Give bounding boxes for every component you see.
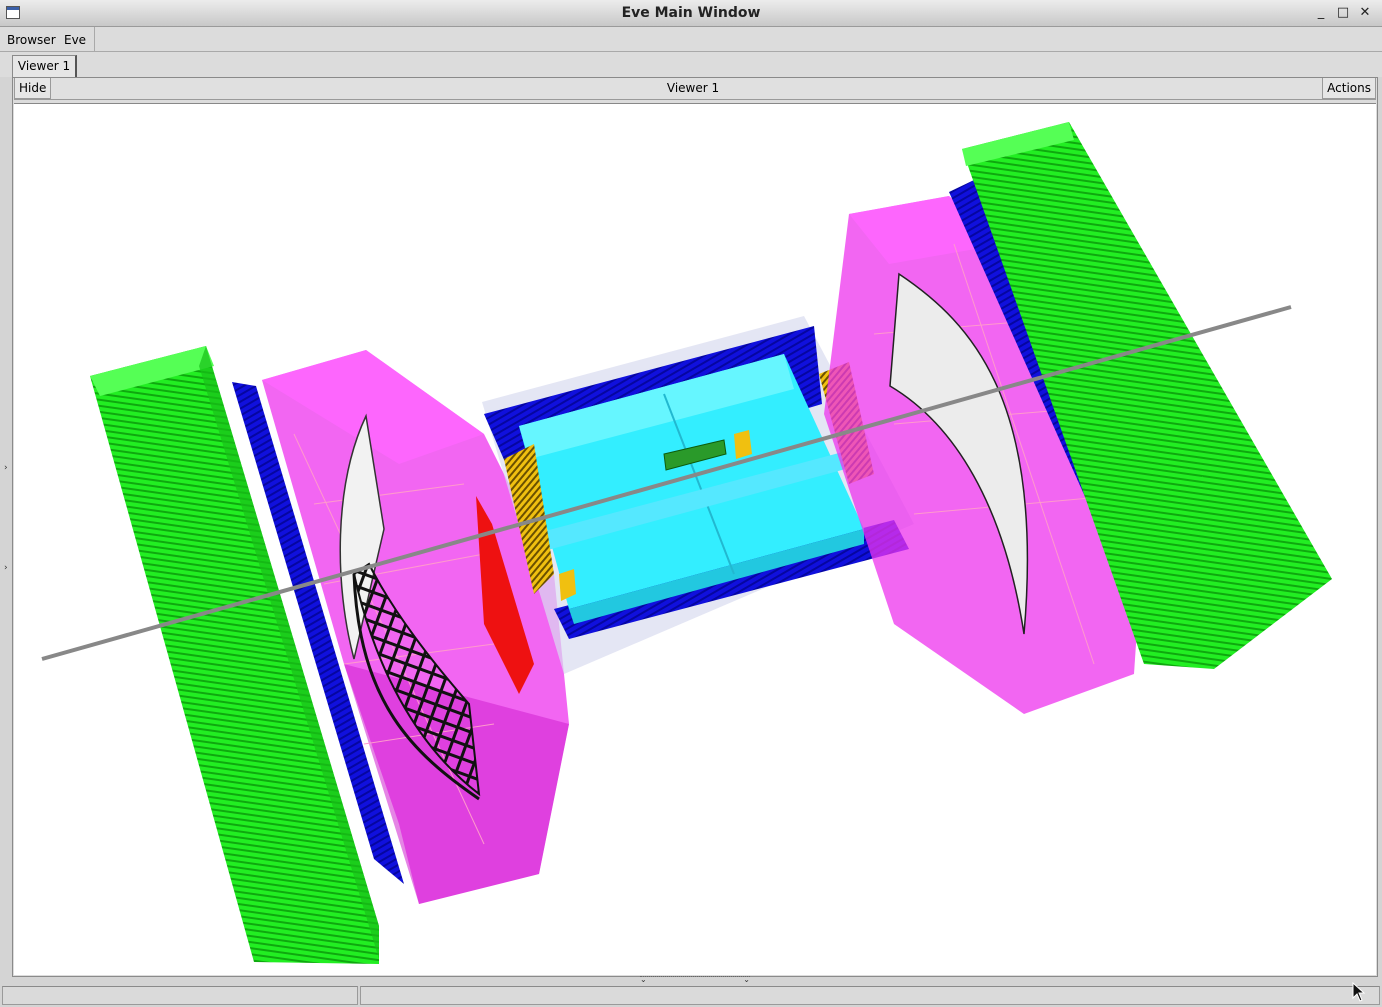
left-expand-icon-2[interactable]: › [4, 563, 8, 573]
status-field-right [360, 986, 1380, 1005]
minimize-icon[interactable]: _ [1312, 4, 1330, 22]
window-titlebar[interactable]: Eve Main Window _ □ ✕ [0, 0, 1382, 27]
left-expand-icon[interactable]: › [4, 463, 8, 473]
tab-bar: Viewer 1 [0, 52, 1382, 77]
menu-browser[interactable]: Browser [7, 33, 56, 47]
window-title: Eve Main Window [621, 5, 761, 21]
status-field-left [2, 986, 358, 1005]
gl-viewer-canvas[interactable] [14, 103, 1376, 975]
maximize-icon[interactable]: □ [1334, 4, 1352, 22]
status-bar [0, 985, 1382, 1007]
menubar: Browser Eve [0, 27, 1382, 52]
close-icon[interactable]: ✕ [1356, 4, 1374, 22]
viewer-header: Hide Viewer 1 Actions [14, 78, 1376, 100]
menu-eve[interactable]: Eve [64, 33, 86, 47]
detector-scene [41, 122, 1332, 964]
tab-viewer-1[interactable]: Viewer 1 [12, 55, 77, 77]
mouse-cursor-icon [1352, 982, 1366, 1002]
menubar-divider [94, 27, 95, 51]
actions-button[interactable]: Actions [1322, 78, 1376, 99]
hide-button[interactable]: Hide [14, 78, 52, 99]
viewer-title: Viewer 1 [666, 81, 720, 95]
